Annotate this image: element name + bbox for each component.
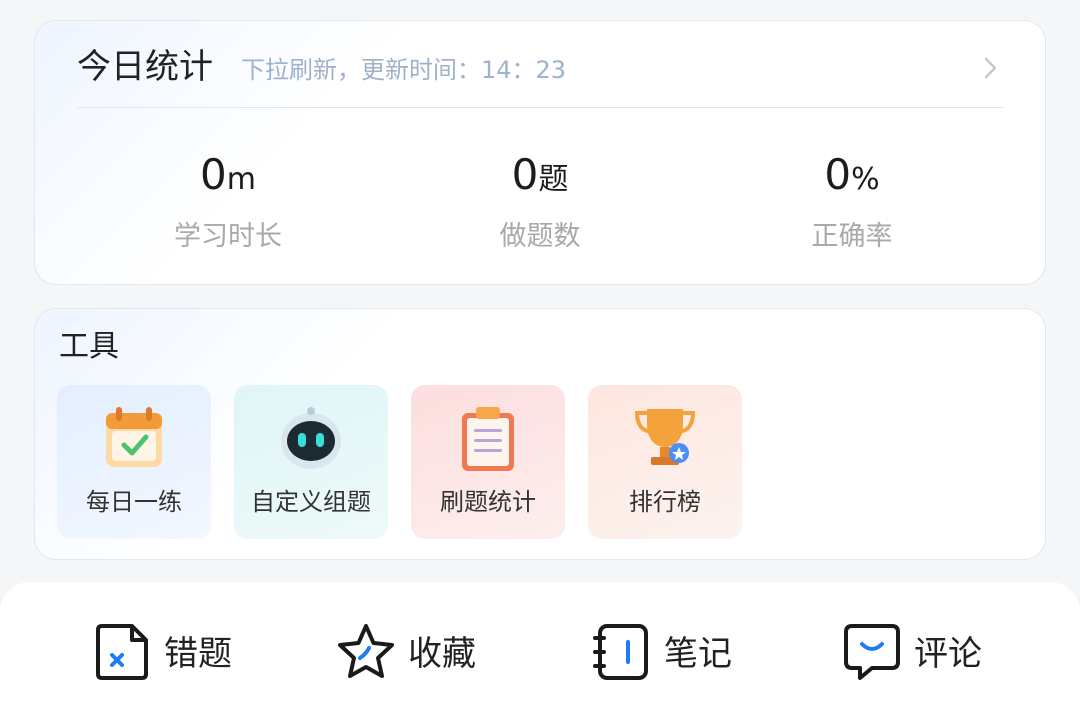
bottom-action-bar: 错题 收藏 笔记 评论 [0,582,1080,722]
bottom-label: 错题 [164,634,232,674]
metric-accuracy: 0% 正确率 [722,149,982,255]
metric-unit: 题 [538,162,569,197]
refresh-hint: 下拉刷新，更新时间：14：23 [241,56,567,84]
metric-label: 正确率 [811,221,893,252]
tool-label: 每日一练 [86,488,182,516]
metric-value: 0 [824,150,852,199]
tool-label: 自定义组题 [251,488,371,516]
metric-study-time: 0m 学习时长 [98,149,358,255]
metric-label: 做题数 [499,221,581,252]
bottom-label: 笔记 [664,634,732,674]
metric-value: 0 [511,150,539,199]
tools-card: 工具 每日一练 自定义组题 刷题统计 排行榜 [34,308,1046,560]
robot-icon [281,407,341,469]
notebook-icon [593,624,648,680]
star-icon [338,624,394,678]
metric-label: 学习时长 [174,221,282,252]
tool-daily-practice[interactable]: 每日一练 [57,385,211,539]
metric-unit: m [226,162,256,197]
stats-header[interactable]: 今日统计 下拉刷新，更新时间：14：23 [77,45,1003,108]
tools-title: 工具 [59,329,119,364]
today-stats-card[interactable]: 今日统计 下拉刷新，更新时间：14：23 0m 学习时长 0题 做题数 0% 正… [34,20,1046,285]
metric-value: 0 [200,150,227,199]
tool-label: 刷题统计 [440,488,536,516]
bottom-label: 评论 [914,634,982,674]
stats-title: 今日统计 [77,47,213,87]
tool-label: 排行榜 [629,488,701,516]
clipboard-icon [462,407,514,471]
tool-practice-stats[interactable]: 刷题统计 [411,385,565,539]
bottom-label: 收藏 [408,634,476,674]
calendar-check-icon [106,407,162,467]
tool-custom-quiz[interactable]: 自定义组题 [234,385,388,539]
trophy-icon [634,409,696,465]
chevron-right-icon[interactable] [977,55,1003,81]
metric-question-count: 0题 做题数 [410,149,670,255]
metric-unit: % [851,162,880,197]
wrong-question-icon [96,624,148,680]
comment-icon [844,624,900,680]
tool-leaderboard[interactable]: 排行榜 [588,385,742,539]
